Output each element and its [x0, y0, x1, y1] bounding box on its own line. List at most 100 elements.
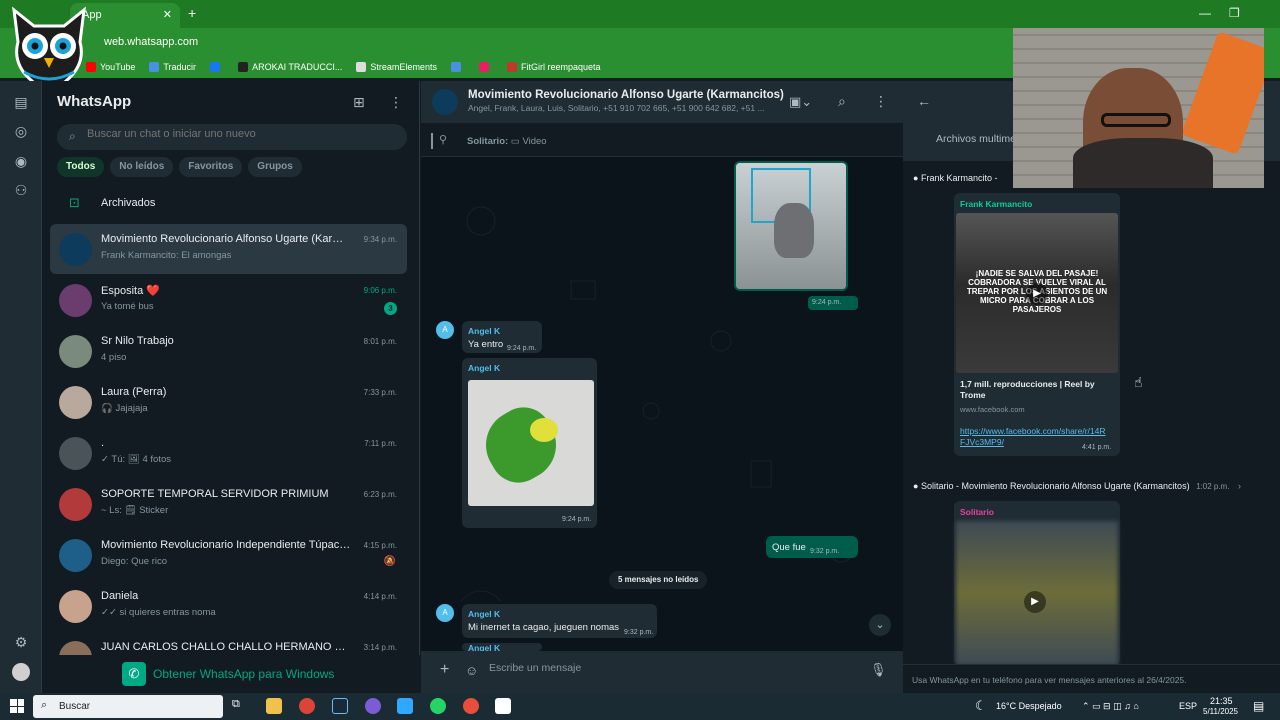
- media-item-header-text: Solitario - Movimiento Revolucionario Al…: [920, 481, 1190, 491]
- image-message-incoming[interactable]: Angel K 9:24 p.m.: [462, 358, 597, 528]
- bookmark-label: Traducir: [163, 62, 197, 72]
- chat-last-message: ✓ Tú: 🖼 4 fotos: [101, 454, 172, 465]
- clock-time[interactable]: 21:35: [1210, 696, 1233, 706]
- chat-list-panel: WhatsApp ⊞ ⋮ ⌕ Todos No leídos Favoritos…: [42, 81, 420, 693]
- link-preview-card[interactable]: Frank Karmancito ¡NADIE SE SALVA DEL PAS…: [954, 193, 1120, 456]
- chat-menu-icon[interactable]: ⋮: [874, 93, 888, 110]
- chat-row[interactable]: Daniela ✓✓ si quieres entras noma 4:14 p.m…: [50, 581, 407, 631]
- photoshop-icon[interactable]: [397, 698, 413, 714]
- cat-image[interactable]: [736, 163, 846, 289]
- parrot-image[interactable]: [468, 380, 594, 506]
- capcut-icon[interactable]: [495, 698, 511, 714]
- message-incoming[interactable]: Angel K Ya entro 9:24 p.m.: [462, 321, 542, 353]
- chat-row[interactable]: Movimiento Revolucionario Alfonso Ugarte…: [50, 224, 407, 274]
- attach-icon[interactable]: +: [440, 661, 449, 679]
- chat-last-message: 🎧 Jajajaja: [101, 403, 148, 414]
- new-chat-icon[interactable]: ⊞: [353, 94, 365, 111]
- communities-icon[interactable]: ⚇: [12, 181, 30, 199]
- notifications-icon[interactable]: ▤: [1253, 699, 1264, 713]
- language-indicator[interactable]: ESP: [1179, 701, 1197, 711]
- steam-icon[interactable]: [332, 698, 348, 714]
- chat-row[interactable]: . ✓ Tú: 🖼 4 fotos 7:11 p.m.: [50, 428, 407, 478]
- chats-icon[interactable]: ▤: [12, 93, 30, 111]
- image-message-outgoing[interactable]: [734, 161, 848, 291]
- filter-all[interactable]: Todos: [57, 157, 105, 177]
- group-avatar[interactable]: [432, 89, 458, 115]
- conversation-header[interactable]: Movimiento Revolucionario Alfonso Ugarte…: [421, 81, 903, 123]
- file-explorer-icon[interactable]: [266, 698, 282, 714]
- obs-icon[interactable]: [365, 698, 381, 714]
- media-tab[interactable]: Archivos multime: [936, 133, 1016, 145]
- pinned-message-bar[interactable]: ⚲ Solitario: ▭ Video: [421, 123, 903, 157]
- chat-last-message: Ya tomé bus: [101, 301, 154, 312]
- play-icon[interactable]: ▶: [1026, 283, 1048, 305]
- chat-row[interactable]: Esposita ❤️ Ya tomé bus 9:06 p.m. 3: [50, 275, 407, 325]
- task-view-icon[interactable]: ⧉: [232, 698, 248, 714]
- message-incoming[interactable]: Angel K Mi inernet ta cagao, jueguen nom…: [462, 604, 657, 638]
- bookmark-item[interactable]: [478, 62, 493, 72]
- bookmark-item[interactable]: Traducir: [149, 62, 196, 72]
- filter-favorites[interactable]: Favoritos: [179, 157, 243, 177]
- back-arrow-icon[interactable]: ←: [917, 93, 931, 109]
- chrome-icon[interactable]: [299, 698, 315, 714]
- get-windows-banner[interactable]: ✆ Obtener WhatsApp para Windows: [42, 655, 420, 693]
- filter-unread[interactable]: No leídos: [110, 157, 174, 177]
- message-incoming-partial[interactable]: Angel K: [462, 643, 542, 651]
- chat-row[interactable]: Laura (Perra) 🎧 Jajajaja 7:33 p.m.: [50, 377, 407, 427]
- app-icon[interactable]: [463, 698, 479, 714]
- restore-icon[interactable]: ❐: [1229, 6, 1240, 20]
- bookmark-item[interactable]: [210, 62, 224, 72]
- profile-avatar[interactable]: [12, 663, 30, 681]
- chat-row[interactable]: SOPORTE TEMPORAL SERVIDOR PRIMIUM ~ Ls: 🗒…: [50, 479, 407, 529]
- new-tab-icon[interactable]: +: [188, 5, 196, 21]
- bookmark-icon: [478, 62, 489, 72]
- filter-groups[interactable]: Grupos: [248, 157, 302, 177]
- minimize-icon[interactable]: —: [1199, 6, 1211, 20]
- channels-icon[interactable]: ◉: [12, 152, 30, 170]
- weather-label[interactable]: 16°C Despejado: [996, 701, 1062, 711]
- status-icon[interactable]: ◎: [12, 122, 30, 140]
- emoji-icon[interactable]: ☺: [465, 663, 478, 678]
- video-card[interactable]: Solitario ▶: [954, 501, 1120, 665]
- video-call-icon[interactable]: ▣⌄: [789, 94, 812, 110]
- windows-start-icon[interactable]: [10, 699, 24, 713]
- chevron-right-icon[interactable]: ›: [1238, 481, 1241, 491]
- video-thumbnail[interactable]: ¡NADIE SE SALVA DEL PASAJE! COBRADORA SE…: [956, 213, 1118, 373]
- chat-time: 7:11 p.m.: [364, 439, 397, 448]
- media-item-header[interactable]: ● Frank Karmancito -: [913, 173, 997, 183]
- archived-row[interactable]: ⊡ Archivados: [42, 189, 420, 217]
- bookmark-item[interactable]: AROKAI TRADUCCI...: [238, 62, 342, 72]
- chat-name: Sr Nilo Trabajo: [101, 335, 174, 347]
- message-input[interactable]: [489, 662, 849, 674]
- bookmark-item[interactable]: FitGirl reempaqueta: [506, 62, 601, 72]
- scroll-down-button[interactable]: ⌄: [869, 614, 891, 636]
- search-chat-icon[interactable]: ⌕: [838, 93, 846, 110]
- bookmark-item[interactable]: StreamElements: [356, 62, 437, 72]
- search-box[interactable]: ⌕: [57, 124, 407, 150]
- unread-divider: 5 mensajes no leídos: [609, 571, 708, 589]
- clock-date[interactable]: 5/11/2025: [1203, 707, 1238, 716]
- tray-icons[interactable]: ⌃ ▭ ⊟ ◫ ♫ ⌂: [1082, 701, 1139, 712]
- chat-avatar: [59, 386, 92, 419]
- media-item-header-text: Frank Karmancito -: [920, 173, 998, 183]
- chat-row[interactable]: Sr Nilo Trabajo 4 piso 8:01 p.m.: [50, 326, 407, 376]
- parrot-body: [473, 397, 569, 493]
- message-outgoing[interactable]: Que fue 9:32 p.m.: [766, 536, 858, 558]
- whatsapp-taskbar-icon[interactable]: [430, 698, 446, 714]
- message-text: Que fue: [772, 542, 806, 553]
- message-text: Ya entro: [468, 339, 504, 350]
- media-item-header[interactable]: ● Solitario - Movimiento Revolucionario …: [913, 481, 1241, 491]
- menu-icon[interactable]: ⋮: [389, 94, 403, 111]
- cat-shape: [774, 203, 814, 258]
- close-tab-icon[interactable]: ✕: [163, 8, 172, 21]
- chat-last-message: ✓✓ si quieres entras noma: [101, 607, 216, 618]
- play-icon[interactable]: ▶: [1024, 591, 1046, 613]
- bookmark-item[interactable]: [450, 62, 465, 72]
- microphone-icon[interactable]: 🎙: [870, 662, 887, 678]
- url-field[interactable]: web.whatsapp.com: [104, 36, 198, 48]
- chat-row[interactable]: Movimiento Revolucionario Independiente …: [50, 530, 407, 580]
- taskbar-search[interactable]: ⌕ Buscar: [33, 695, 223, 718]
- settings-icon[interactable]: ⚙: [12, 633, 30, 651]
- search-input[interactable]: [87, 128, 387, 140]
- preview-title: 1,7 mill. reproducciones | Reel by Trome: [960, 379, 1095, 400]
